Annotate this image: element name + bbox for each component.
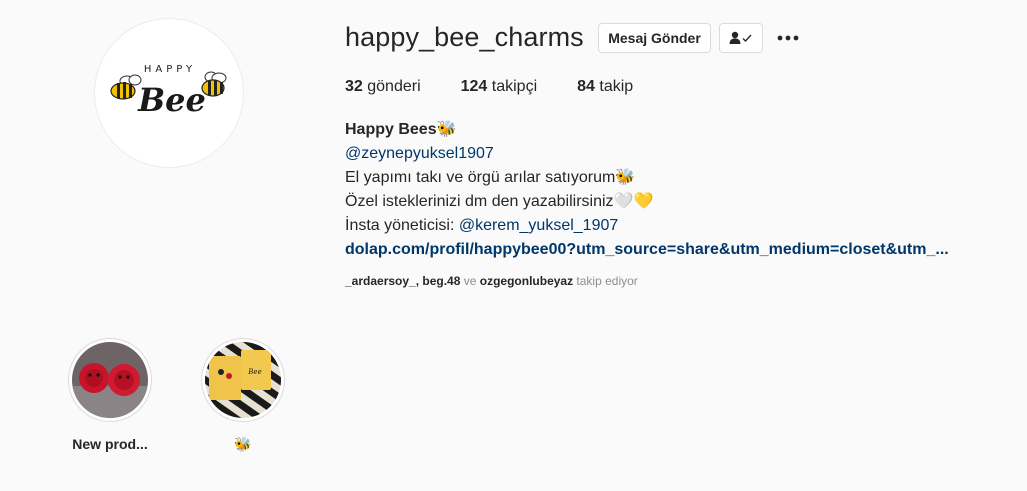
left-bee-icon (110, 74, 142, 100)
following-label: takip (594, 78, 634, 95)
highlight-item[interactable]: Bee 🐝 (200, 338, 286, 453)
followers-label: takipçi (487, 78, 538, 95)
highlight-item[interactable]: New prod... (67, 338, 153, 452)
bee-logo-icon: HAPPY Bee (110, 64, 227, 119)
posts-stat: 32 gönderi (345, 78, 421, 96)
profile-stats: 32 gönderi 124 takipçi 84 takip (345, 78, 673, 96)
followed-by-user-3: ozgegonlubeyaz (479, 274, 574, 288)
more-options-button[interactable] (774, 26, 802, 50)
following-toggle-button[interactable] (719, 23, 763, 53)
following-stat[interactable]: 84 takip (577, 78, 633, 96)
bio-name: Happy Bees🐝 (345, 121, 457, 138)
followers-count: 124 (460, 78, 488, 95)
bio-manager-prefix: İnsta yöneticisi: (345, 217, 459, 234)
highlight-cover-ring[interactable]: Bee (201, 338, 285, 422)
highlight-cover-image: Bee (205, 342, 281, 418)
more-dots-icon (777, 35, 799, 41)
followed-by-suffix: takip ediyor (573, 274, 638, 288)
logo-text-top: HAPPY (144, 64, 196, 75)
followed-by-text[interactable]: _ardaersoy_, beg.48 ve ozgegonlubeyaz ta… (345, 274, 638, 288)
followed-by-user-1: _ardaersoy_ (345, 274, 416, 288)
bio-manager-line: İnsta yöneticisi: @kerem_yuksel_1907 (345, 214, 985, 238)
person-check-icon (729, 31, 752, 44)
svg-text:Bee: Bee (247, 368, 261, 376)
profile-bio: Happy Bees🐝 @zeynepyuksel1907 El yapımı … (345, 118, 985, 262)
logo-text-main: Bee (137, 81, 206, 119)
following-count: 84 (577, 78, 595, 95)
bio-manager-mention-link[interactable]: @kerem_yuksel_1907 (459, 217, 618, 234)
highlight-cover-ring[interactable] (68, 338, 152, 422)
followers-stat[interactable]: 124 takipçi (461, 78, 538, 96)
right-bee-icon (201, 71, 227, 97)
posts-label: gönderi (362, 78, 421, 95)
highlight-label: New prod... (72, 436, 148, 452)
profile-avatar[interactable]: HAPPY Bee (94, 18, 244, 168)
highlight-cover-image (72, 342, 148, 418)
highlight-label: 🐝 (234, 436, 252, 452)
bio-line-2: Özel isteklerinizi dm den yazabilirsiniz… (345, 193, 654, 210)
message-button[interactable]: Mesaj Gönder (598, 23, 711, 53)
bio-mention-link[interactable]: @zeynepyuksel1907 (345, 142, 985, 166)
bio-line-1: El yapımı takı ve örgü arılar satıyorum🐝 (345, 169, 636, 186)
followed-by-user-2: beg.48 (422, 274, 461, 288)
posts-count: 32 (345, 78, 363, 95)
profile-username: happy_bee_charms (345, 22, 584, 52)
followed-by-and: ve (460, 274, 480, 288)
bio-website-link[interactable]: dolap.com/profil/happybee00?utm_source=s… (345, 238, 953, 262)
